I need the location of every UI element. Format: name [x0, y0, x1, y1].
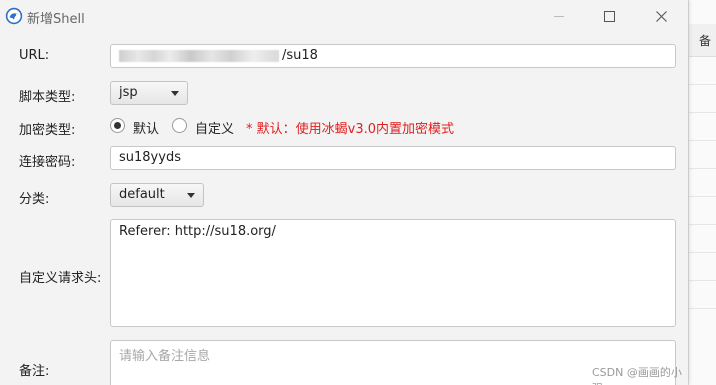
url-input[interactable]: /su18: [110, 44, 676, 68]
background-row-divider: [689, 196, 716, 197]
password-input[interactable]: su18yyds: [110, 146, 676, 170]
background-row-divider: [689, 308, 716, 309]
background-row-divider: [689, 252, 716, 253]
minimize-button[interactable]: [536, 0, 582, 32]
background-row-divider: [689, 224, 716, 225]
maximize-button[interactable]: [586, 0, 632, 32]
encryption-label: 加密类型:: [19, 123, 76, 138]
minimize-icon: [554, 15, 564, 17]
encryption-hint: * 默认：使用冰蝎v3.0内置加密模式: [246, 122, 455, 137]
background-row-divider: [689, 140, 716, 141]
chevron-down-icon: [171, 91, 179, 96]
redacted-url-host: [119, 49, 279, 62]
background-row-divider: [689, 168, 716, 169]
add-shell-dialog: 新增Shell URL: /su18 脚本类型: jsp 加密类型: 默认 自定…: [0, 0, 688, 385]
close-button[interactable]: [638, 0, 684, 32]
category-label: 分类:: [19, 192, 50, 207]
window-title: 新增Shell: [27, 12, 85, 27]
script-type-select[interactable]: jsp: [110, 81, 188, 105]
watermark: CSDN @画画的小强: [592, 366, 682, 385]
title-bar[interactable]: 新增Shell: [0, 0, 688, 32]
notes-placeholder: 请输入备注信息: [119, 349, 211, 364]
headers-textarea[interactable]: Referer: http://su18.org/: [110, 219, 676, 327]
radio-custom[interactable]: [172, 118, 187, 133]
url-label: URL:: [19, 48, 50, 63]
background-row-divider: [689, 280, 716, 281]
script-type-label: 脚本类型:: [19, 90, 76, 105]
maximize-icon: [603, 10, 615, 22]
url-value: /su18: [282, 48, 318, 63]
notes-label: 备注:: [19, 364, 50, 379]
background-table-header: 备: [689, 24, 716, 57]
background-column-header: 备: [699, 34, 712, 48]
password-label: 连接密码:: [19, 155, 76, 170]
headers-value: Referer: http://su18.org/: [119, 224, 276, 239]
background-row-divider: [689, 84, 716, 85]
category-select[interactable]: default: [110, 183, 204, 207]
radio-custom-label[interactable]: 自定义: [195, 118, 234, 137]
password-value: su18yyds: [119, 150, 181, 165]
headers-label: 自定义请求头:: [19, 271, 102, 286]
script-type-value: jsp: [119, 85, 138, 100]
category-value: default: [119, 187, 165, 202]
background-row-divider: [689, 112, 716, 113]
close-icon: [655, 10, 667, 22]
app-logo-icon: [5, 7, 23, 25]
background-window: 备: [688, 0, 716, 385]
chevron-down-icon: [187, 193, 195, 198]
radio-default-label[interactable]: 默认: [133, 118, 159, 137]
radio-default[interactable]: [110, 118, 125, 133]
